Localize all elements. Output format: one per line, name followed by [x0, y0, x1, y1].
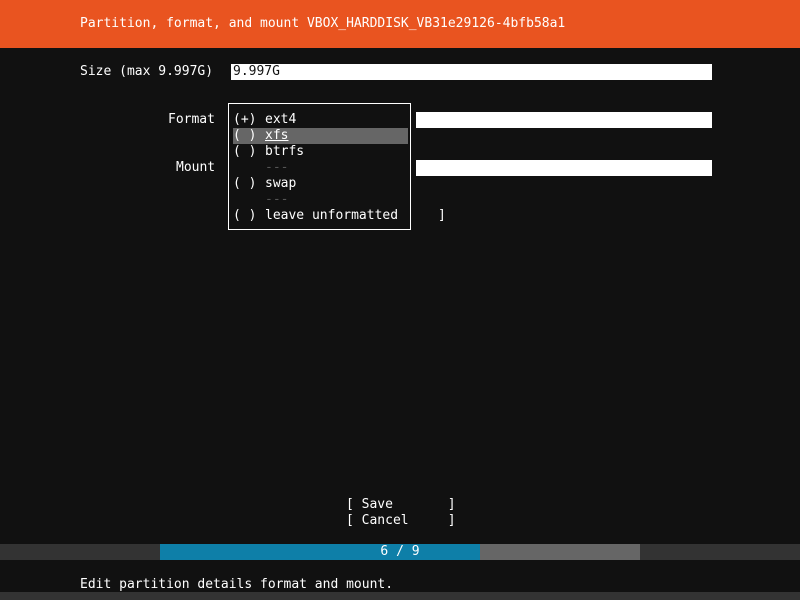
option-label: leave unformatted [265, 208, 399, 223]
format-option-leave-unformatted[interactable]: ( ) leave unformatted [233, 208, 408, 224]
cancel-button[interactable]: [ Cancel ] [346, 513, 456, 529]
radio-mark: ( ) [233, 128, 257, 143]
option-label: btrfs [265, 144, 305, 159]
radio-mark: ( ) [233, 176, 257, 191]
option-label: xfs [265, 128, 289, 143]
bottom-strip [0, 592, 800, 600]
radio-mark: ( ) [233, 144, 257, 159]
header-bar: Partition, format, and mount VBOX_HARDDI… [0, 0, 800, 48]
page-title: Partition, format, and mount VBOX_HARDDI… [80, 16, 566, 31]
format-option-btrfs[interactable]: ( ) btrfs [233, 144, 408, 160]
format-label: Format [168, 112, 215, 127]
mount-select[interactable] [416, 160, 712, 176]
option-label: swap [265, 176, 297, 191]
format-option-xfs[interactable]: ( ) xfs [233, 128, 408, 144]
radio-mark: ( ) [233, 208, 257, 223]
format-dropdown: (+) ext4 ( ) xfs ( ) btrfs --- ( ) swap … [228, 103, 411, 230]
separator: --- [265, 192, 289, 207]
size-label: Size (max 9.997G) [80, 64, 214, 79]
mount-label: Mount [176, 160, 216, 175]
format-option-ext4[interactable]: (+) ext4 [233, 112, 408, 128]
progress-bar: 6 / 9 [160, 544, 640, 560]
help-text: Edit partition details format and mount. [80, 577, 394, 592]
progress-text: 6 / 9 [380, 544, 420, 559]
separator: --- [265, 160, 289, 175]
format-select[interactable] [416, 112, 712, 128]
format-option-swap[interactable]: ( ) swap [233, 176, 408, 192]
size-value: 9.997G [233, 64, 280, 79]
radio-mark: (+) [233, 112, 257, 127]
option-label: ext4 [265, 112, 297, 127]
size-input[interactable]: 9.997G [231, 64, 712, 80]
save-button[interactable]: [ Save ] [346, 497, 456, 513]
mount-bracket: ] [438, 208, 446, 223]
